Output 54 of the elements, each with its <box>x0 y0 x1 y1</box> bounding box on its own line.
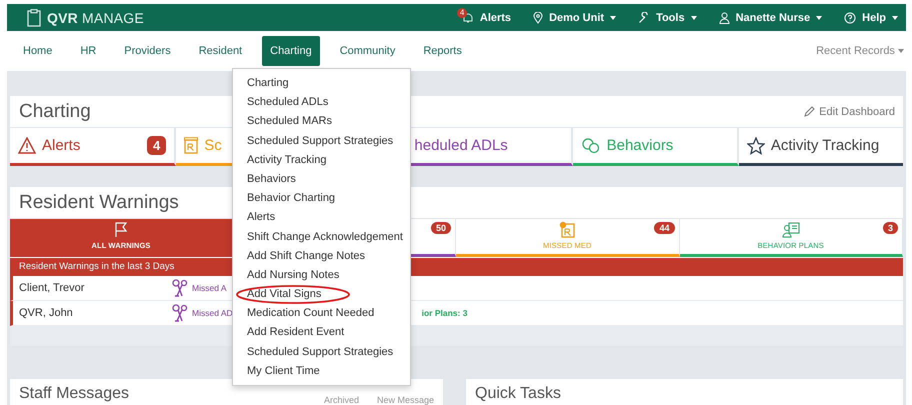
nav-tab[interactable]: Home <box>15 36 60 66</box>
bell-icon <box>462 12 474 24</box>
panel-title: Quick Tasks <box>475 385 561 403</box>
prescription-icon <box>559 221 576 238</box>
menu-item[interactable]: Add Resident Event <box>233 323 410 343</box>
menu-item[interactable]: Behaviors <box>233 170 410 190</box>
flag-icon <box>114 222 128 238</box>
clipboard-icon <box>27 8 41 26</box>
count-badge: 3 <box>882 222 898 234</box>
menu-item[interactable]: Scheduled Support Strategies <box>233 342 410 362</box>
map-pin-icon <box>533 12 544 24</box>
wrench-icon <box>638 12 650 24</box>
menu-item[interactable]: Shift Change Acknowledgement <box>233 228 410 247</box>
nav-tab[interactable]: Community <box>332 36 404 66</box>
caret-icon <box>898 49 904 54</box>
menu-item[interactable]: Alerts <box>233 208 410 228</box>
warning-summary: Missed A <box>192 283 226 293</box>
edit-dashboard-link[interactable]: Edit Dashboard <box>804 106 895 118</box>
charting-tile[interactable]: Alerts 4 <box>10 128 176 166</box>
top-menu-item[interactable]: Help <box>844 12 898 24</box>
top-menu-item[interactable]: Tools <box>638 12 697 24</box>
pencil-icon <box>804 106 816 117</box>
help-icon <box>844 12 856 24</box>
charting-tile[interactable]: Activity Tracking <box>738 128 904 166</box>
nav-tab[interactable]: Resident <box>190 36 250 66</box>
menu-item[interactable]: My Client Time <box>233 362 410 381</box>
nav-tab[interactable]: Reports <box>415 36 470 66</box>
scissors-icon <box>172 304 188 322</box>
panel-title: Resident Warnings <box>19 192 179 214</box>
prescription-icon <box>184 137 198 154</box>
count-badge: 50 <box>430 222 451 234</box>
scissors-icon <box>172 279 188 297</box>
recent-records-menu[interactable]: Recent Records <box>816 45 904 57</box>
warning-icon <box>18 137 36 154</box>
warning-summary: Missed AD <box>192 308 233 318</box>
user-icon <box>718 12 730 24</box>
panel-title: Charting <box>19 100 91 122</box>
menu-item[interactable]: Behavior Charting <box>233 189 410 208</box>
menu-item[interactable]: Scheduled ADLs <box>233 93 410 112</box>
nav-tab[interactable]: Charting <box>262 36 320 66</box>
menu-item[interactable]: Charting <box>233 74 410 94</box>
panel-title: Staff Messages <box>19 385 129 403</box>
top-menu-item[interactable]: Demo Unit <box>533 12 616 24</box>
warning-summary: ior Plans: 3 <box>422 308 468 318</box>
person-list-icon <box>782 222 800 238</box>
nav-tab[interactable]: HR <box>72 36 104 66</box>
app-logo[interactable]: QVR MANAGE <box>47 10 144 26</box>
top-menu-item[interactable]: Nanette Nurse <box>718 12 822 24</box>
nav-tab[interactable]: Providers <box>116 36 179 66</box>
count-badge: 4 <box>146 136 166 155</box>
star-icon <box>746 136 765 154</box>
count-badge: 44 <box>654 222 674 234</box>
alert-count-badge: 4 <box>456 8 468 18</box>
menu-item[interactable]: Medication Count Needed <box>233 304 410 324</box>
